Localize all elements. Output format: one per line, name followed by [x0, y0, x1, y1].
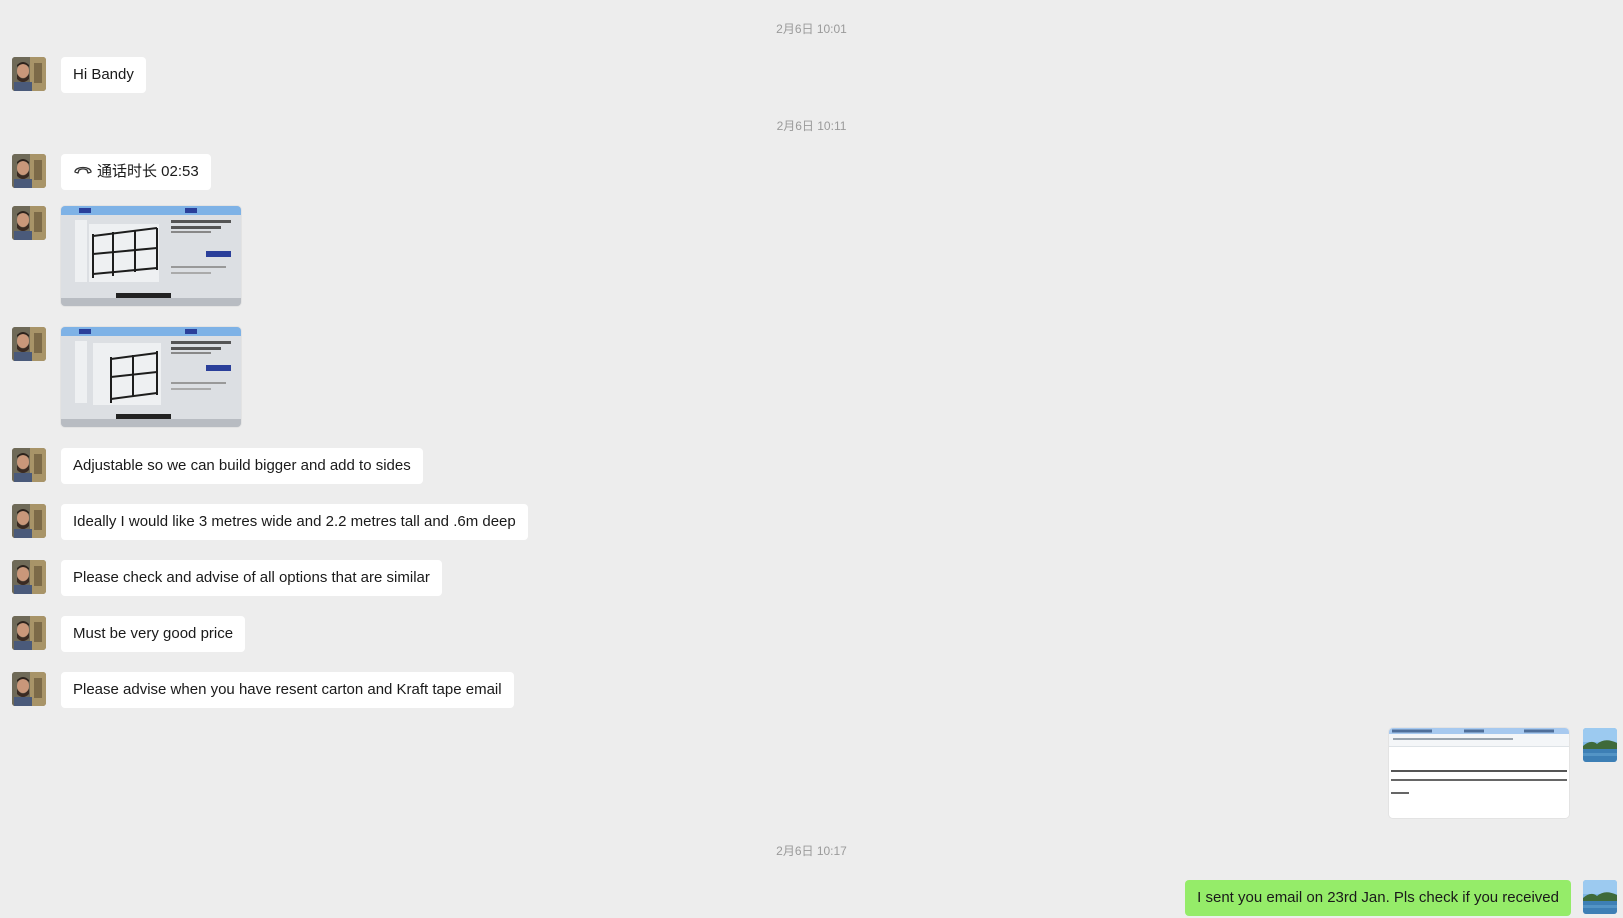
contact-avatar[interactable] [12, 560, 46, 594]
image-message-document-screenshot[interactable] [1389, 728, 1569, 818]
phone-handset-icon [73, 153, 93, 189]
message-bubble[interactable]: Please advise when you have resent carto… [61, 672, 514, 708]
timestamp: 2月6日 10:01 [776, 22, 847, 36]
contact-avatar[interactable] [12, 504, 46, 538]
message-bubble[interactable]: Must be very good price [61, 616, 246, 652]
call-duration-label: 通话时长 02:53 [97, 163, 199, 180]
my-avatar[interactable] [1583, 728, 1617, 762]
message-bubble[interactable]: Ideally I would like 3 metres wide and 2… [61, 504, 528, 540]
contact-avatar[interactable] [12, 672, 46, 706]
message-bubble[interactable]: Please check and advise of all options t… [61, 560, 442, 596]
my-avatar[interactable] [1583, 880, 1617, 914]
image-message-shelving-screenshot[interactable] [61, 327, 241, 427]
timestamp: 2月6日 10:17 [776, 844, 847, 858]
message-bubble[interactable]: Hi Bandy [61, 57, 146, 93]
call-record-bubble[interactable]: 通话时长 02:53 [61, 154, 211, 190]
contact-avatar[interactable] [12, 616, 46, 650]
timestamp: 2月6日 10:11 [776, 119, 847, 133]
chat-message-area: 2月6日 10:01 Hi Bandy 2月6日 10:11 通话时长 02:5… [0, 0, 1623, 918]
message-bubble[interactable]: Adjustable so we can build bigger and ad… [61, 448, 423, 484]
contact-avatar[interactable] [12, 327, 46, 361]
contact-avatar[interactable] [12, 206, 46, 240]
image-message-shelving-screenshot[interactable] [61, 206, 241, 306]
my-message-bubble[interactable]: I sent you email on 23rd Jan. Pls check … [1185, 880, 1571, 916]
contact-avatar[interactable] [12, 448, 46, 482]
contact-avatar[interactable] [12, 154, 46, 188]
contact-avatar[interactable] [12, 57, 46, 91]
